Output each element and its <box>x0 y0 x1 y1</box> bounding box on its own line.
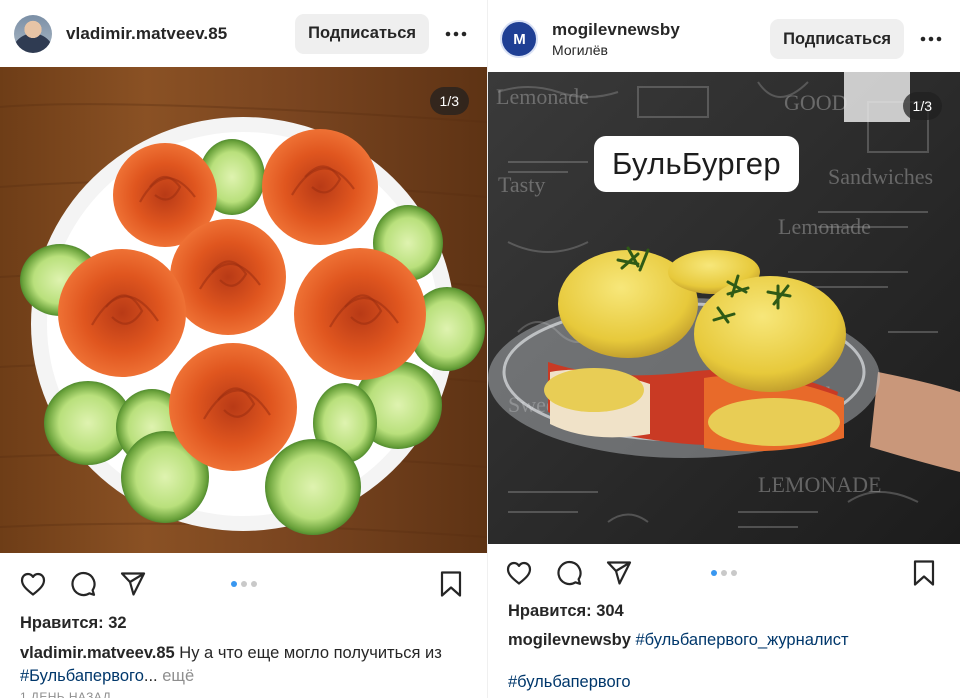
username[interactable]: vladimir.matveev.85 <box>66 24 295 44</box>
avatar-logo-text: M <box>513 30 525 48</box>
svg-text:Lemonade: Lemonade <box>778 214 871 239</box>
action-bar <box>0 554 487 614</box>
post-image[interactable]: 1/3 <box>0 67 487 553</box>
paper-plane-icon[interactable] <box>603 557 635 589</box>
caption-hashtag[interactable]: #бульбапервого_журналист <box>635 631 848 649</box>
carousel-dot <box>731 570 737 576</box>
post-caption: mogilevnewsby #бульбапервого_журналист <box>508 629 953 652</box>
tomato-roses-plate-photo <box>0 67 487 553</box>
carousel-dot <box>240 581 247 587</box>
bookmark-icon[interactable] <box>908 557 940 589</box>
avatar[interactable]: M <box>500 20 538 58</box>
follow-button[interactable]: Подписаться <box>295 13 429 54</box>
heart-icon[interactable] <box>503 557 535 589</box>
heart-icon[interactable] <box>17 568 49 600</box>
more-link[interactable]: ещё <box>158 667 194 685</box>
username[interactable]: mogilevnewsby <box>552 20 770 40</box>
caption-hashtag[interactable]: #Бульбапервого <box>20 667 144 685</box>
post-header: M mogilevnewsby Могилёв Подписаться <box>488 6 960 72</box>
carousel-indicator <box>230 581 257 587</box>
post-timestamp: 1 ДЕНЬ НАЗАД <box>20 690 112 698</box>
svg-text:Tasty: Tasty <box>498 172 545 197</box>
post-vladimir: vladimir.matveev.85 Подписаться 1/3 Нрав… <box>0 0 487 698</box>
carousel-dot <box>250 581 257 587</box>
carousel-counter: 1/3 <box>429 87 469 115</box>
follow-button[interactable]: Подписаться <box>770 19 904 59</box>
bookmark-icon[interactable] <box>435 568 467 600</box>
svg-text:LEMONADE: LEMONADE <box>758 472 881 497</box>
more-horizontal-icon[interactable] <box>439 17 473 51</box>
svg-text:GOOD: GOOD <box>784 90 848 115</box>
action-bar <box>488 543 960 603</box>
svg-text:Sandwiches: Sandwiches <box>828 164 933 189</box>
avatar[interactable] <box>14 14 52 53</box>
comment-icon[interactable] <box>553 557 585 589</box>
paper-plane-icon[interactable] <box>117 568 149 600</box>
post-image[interactable]: LemonadeGOODLemonade TastyFreshLEMONADE … <box>488 72 960 544</box>
likes-count[interactable]: Нравится: 32 <box>20 614 127 633</box>
caption-text: Ну а что еще могло получиться из <box>174 644 442 662</box>
carousel-dot <box>711 570 717 576</box>
comment-icon[interactable] <box>67 568 99 600</box>
post-header: vladimir.matveev.85 Подписаться <box>0 0 487 67</box>
carousel-indicator <box>711 570 737 576</box>
likes-count[interactable]: Нравится: 304 <box>508 602 624 621</box>
svg-text:Lemonade: Lemonade <box>496 84 589 109</box>
caption-ellipsis: ... <box>143 667 158 685</box>
hashtag-link[interactable]: #бульбапервого <box>508 673 631 692</box>
overlay-title: БульБургер <box>594 136 799 192</box>
caption-username[interactable]: vladimir.matveev.85 <box>20 644 175 662</box>
carousel-dot <box>230 581 237 587</box>
carousel-dot <box>721 570 727 576</box>
caption-username[interactable]: mogilevnewsby <box>508 631 631 649</box>
more-horizontal-icon[interactable] <box>914 22 948 56</box>
post-mogilevnewsby: M mogilevnewsby Могилёв Подписаться Lemo… <box>488 0 960 698</box>
carousel-counter: 1/3 <box>902 92 942 120</box>
location[interactable]: Могилёв <box>552 42 770 58</box>
post-caption: vladimir.matveev.85 Ну а что еще могло п… <box>20 642 475 688</box>
